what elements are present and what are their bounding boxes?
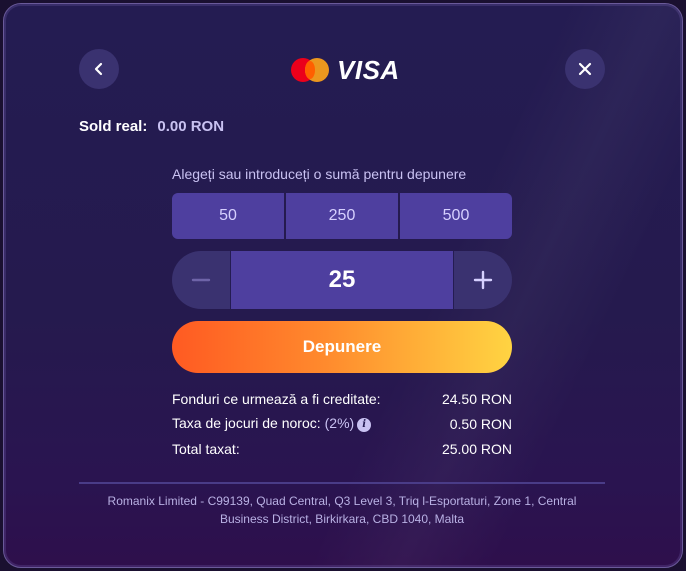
company-footer: Romanix Limited - C99139, Quad Central, … bbox=[79, 492, 605, 528]
balance-value: 0.00 RON bbox=[157, 118, 225, 135]
deposit-button[interactable]: Depunere bbox=[172, 321, 512, 373]
plus-icon bbox=[473, 270, 493, 290]
funds-row: Fonduri ce urmează a fi creditate: 24.50… bbox=[172, 386, 512, 411]
back-button[interactable] bbox=[79, 49, 119, 89]
amount-presets: 50 250 500 bbox=[172, 193, 512, 239]
deposit-modal: VISA Sold real: 0.00 RON Alegeți sau intr… bbox=[3, 3, 683, 568]
total-row: Total taxat: 25.00 RON bbox=[172, 436, 512, 461]
tax-row: Taxa de jocuri de noroc: (2%) i 0.50 RON bbox=[172, 411, 512, 436]
info-icon[interactable]: i bbox=[357, 417, 372, 432]
mastercard-icon bbox=[291, 57, 331, 83]
footer-line-1: Romanix Limited - C99139, Quad Central, … bbox=[107, 494, 577, 508]
close-button[interactable] bbox=[565, 49, 605, 89]
minus-icon bbox=[191, 278, 211, 282]
divider bbox=[79, 482, 605, 484]
amount-input[interactable]: 25 bbox=[231, 251, 453, 309]
preset-500-button[interactable]: 500 bbox=[400, 193, 512, 239]
footer-line-2: Business District, Birkirkara, CBD 1040,… bbox=[219, 512, 465, 526]
preset-50-button[interactable]: 50 bbox=[172, 193, 284, 239]
tax-value: 0.50 RON bbox=[449, 415, 512, 432]
amount-prompt: Alegeți sau introduceți o sumă pentru de… bbox=[172, 166, 467, 182]
decrease-button[interactable] bbox=[172, 251, 231, 309]
funds-value: 24.50 RON bbox=[441, 390, 512, 407]
close-icon bbox=[578, 62, 592, 76]
tax-percent: (2%) bbox=[324, 415, 355, 432]
total-label: Total taxat: bbox=[172, 440, 240, 457]
balance-label: Sold real: bbox=[79, 118, 148, 135]
total-value: 25.00 RON bbox=[441, 440, 512, 457]
funds-label: Fonduri ce urmează a fi creditate: bbox=[172, 390, 381, 407]
fee-summary: Fonduri ce urmează a fi creditate: 24.50… bbox=[172, 386, 512, 461]
chevron-left-icon bbox=[94, 62, 103, 76]
tax-label-group: Taxa de jocuri de noroc: (2%) i bbox=[172, 415, 372, 432]
preset-250-button[interactable]: 250 bbox=[286, 193, 398, 239]
balance-row: Sold real: 0.00 RON bbox=[79, 118, 224, 135]
visa-logo: VISA bbox=[337, 54, 400, 85]
tax-label: Taxa de jocuri de noroc: bbox=[172, 415, 321, 432]
payment-logo: VISA bbox=[291, 55, 400, 85]
amount-stepper: 25 bbox=[172, 251, 512, 309]
increase-button[interactable] bbox=[453, 251, 512, 309]
